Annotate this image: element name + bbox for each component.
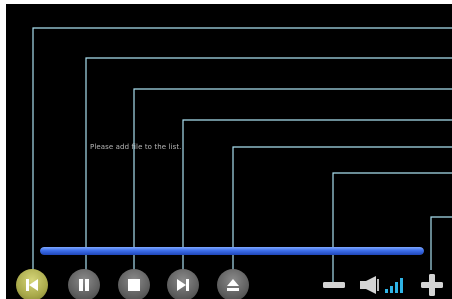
skip-previous-icon bbox=[26, 279, 38, 291]
callout-line-volume-down bbox=[332, 172, 452, 282]
volume-down-button[interactable] bbox=[322, 276, 346, 294]
pause-icon bbox=[79, 279, 89, 291]
callout-line-pause bbox=[85, 57, 452, 270]
media-player-screen: Please add file to the list. bbox=[6, 4, 452, 299]
stop-icon bbox=[128, 279, 140, 291]
speaker-icon bbox=[360, 276, 379, 294]
callout-line-volume-up bbox=[430, 216, 452, 270]
volume-up-button[interactable] bbox=[420, 273, 444, 297]
volume-level-icon bbox=[385, 278, 403, 293]
pause-button[interactable] bbox=[68, 269, 100, 299]
eject-icon bbox=[227, 279, 239, 291]
skip-next-icon bbox=[177, 279, 189, 291]
eject-button[interactable] bbox=[217, 269, 249, 299]
previous-button[interactable] bbox=[16, 269, 48, 299]
speaker-indicator bbox=[359, 274, 383, 296]
callout-line-stop bbox=[133, 88, 452, 270]
plus-icon bbox=[421, 274, 443, 296]
progress-fill bbox=[40, 247, 424, 255]
minus-icon bbox=[323, 282, 345, 288]
volume-level-indicator bbox=[384, 276, 404, 294]
playlist-empty-message: Please add file to the list. bbox=[90, 143, 182, 151]
stop-button[interactable] bbox=[118, 269, 150, 299]
progress-bar[interactable] bbox=[40, 247, 424, 255]
next-button[interactable] bbox=[167, 269, 199, 299]
